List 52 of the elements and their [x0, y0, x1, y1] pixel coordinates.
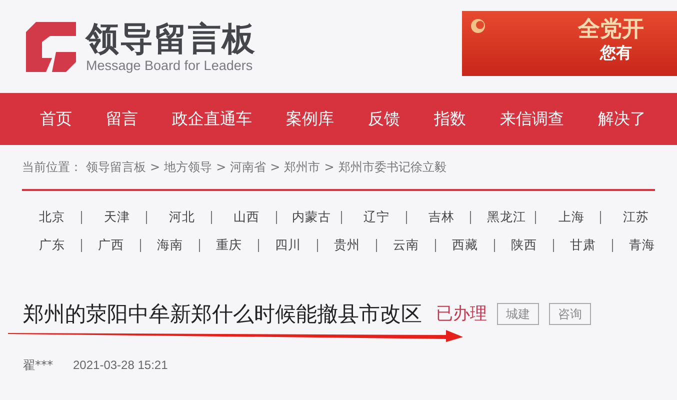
- nav-link[interactable]: 政企直通车: [172, 107, 252, 131]
- region-link[interactable]: 黑龙江: [482, 208, 530, 227]
- logo-icon: [26, 22, 76, 72]
- breadcrumb-link[interactable]: 郑州市: [284, 158, 320, 176]
- region-link[interactable]: 上海: [547, 208, 596, 227]
- breadcrumb-link[interactable]: 河南省: [230, 158, 266, 176]
- status-label: 已办理: [436, 302, 487, 326]
- region-link[interactable]: 内蒙古: [288, 208, 336, 227]
- region-link[interactable]: 四川: [264, 236, 312, 254]
- breadcrumb-link[interactable]: 郑州市委书记徐立毅: [338, 158, 446, 176]
- region-link[interactable]: 北京: [28, 208, 76, 227]
- region-link[interactable]: 西藏: [441, 236, 489, 254]
- region-link[interactable]: 重庆: [205, 236, 253, 254]
- region-link[interactable]: 云南: [382, 236, 430, 254]
- breadcrumb-separator: >: [324, 159, 334, 176]
- nav-link[interactable]: 案例库: [286, 107, 334, 131]
- region-link[interactable]: 广东: [28, 236, 76, 254]
- region-link[interactable]: 吉林: [417, 208, 466, 227]
- site-title: 领导留言板: [86, 20, 256, 58]
- breadcrumb-separator: >: [216, 159, 226, 176]
- nav-link[interactable]: 留言: [106, 107, 138, 131]
- banner-headline: 全党开: [578, 17, 644, 43]
- region-link[interactable]: 天津: [92, 208, 141, 227]
- region-link[interactable]: 贵州: [323, 236, 371, 254]
- breadcrumb-separator: >: [270, 159, 280, 176]
- logo-icon: [470, 18, 486, 34]
- ad-banner[interactable]: 全党开 您有: [462, 11, 677, 76]
- region-link[interactable]: 广西: [87, 236, 135, 254]
- nav-link[interactable]: 来信调查: [500, 107, 564, 131]
- breadcrumb-separator: >: [150, 159, 160, 176]
- tag-label: 城建: [497, 303, 539, 326]
- nav-link[interactable]: 首页: [40, 107, 72, 131]
- region-link[interactable]: 山西: [222, 208, 271, 227]
- region-link[interactable]: 辽宁: [352, 208, 401, 227]
- breadcrumb-label: 当前位置：: [22, 159, 82, 176]
- region-link[interactable]: 甘肃: [559, 236, 607, 254]
- region-link[interactable]: 陕西: [500, 236, 548, 254]
- author-name: 翟***: [23, 357, 53, 374]
- site-subtitle: Message Board for Leaders: [86, 58, 254, 74]
- region-link[interactable]: 青海: [618, 236, 666, 254]
- breadcrumb-link[interactable]: 领导留言板: [86, 158, 146, 176]
- banner-subline: 您有: [600, 43, 632, 63]
- breadcrumb-link[interactable]: 地方领导: [164, 158, 212, 176]
- nav-link[interactable]: 指数: [434, 107, 466, 131]
- region-link[interactable]: 江苏: [612, 208, 660, 227]
- nav-link[interactable]: 解决了: [598, 107, 646, 131]
- message-title: 郑州的荥阳中牟新郑什么时候能撤县市改区: [23, 300, 422, 328]
- region-link[interactable]: 河北: [158, 208, 206, 227]
- nav-link[interactable]: 反馈: [368, 107, 400, 131]
- region-link[interactable]: 海南: [146, 236, 194, 254]
- post-date: 2021-03-28 15:21: [73, 357, 168, 374]
- tag-label: 咨询: [549, 303, 591, 326]
